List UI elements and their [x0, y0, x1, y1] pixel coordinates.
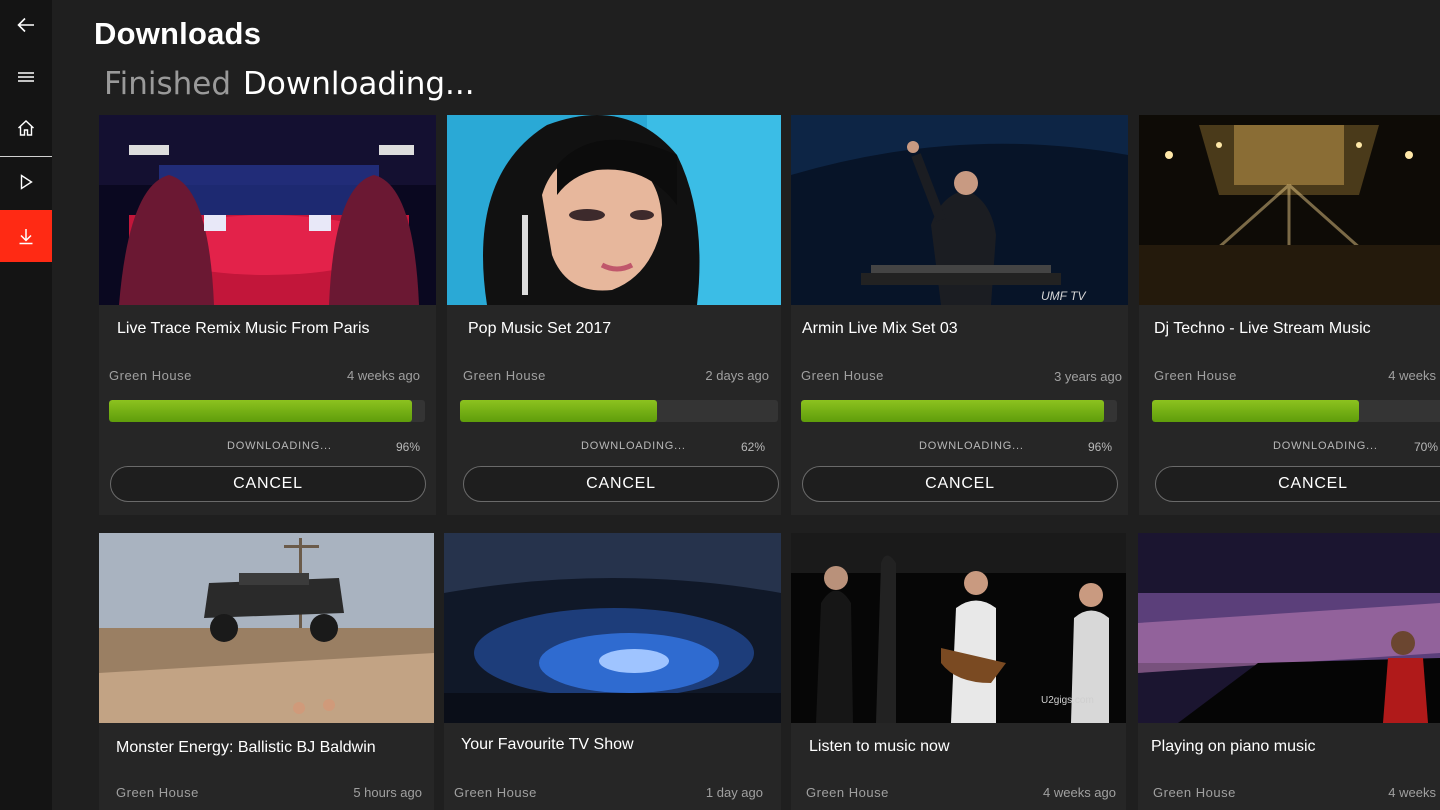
- progress-bar: [1152, 400, 1440, 422]
- upload-time: 1 day ago: [705, 785, 763, 800]
- video-title: Your Favourite TV Show: [461, 736, 634, 753]
- upload-time: 4 weeks ago: [347, 368, 420, 383]
- channel-name: Green House: [116, 785, 199, 800]
- channel-name: Green House: [454, 785, 537, 800]
- home-icon: [18, 120, 34, 136]
- cancel-button[interactable]: CANCEL: [110, 466, 426, 502]
- download-percent: 62%: [740, 440, 765, 454]
- playing-button[interactable]: [0, 157, 52, 207]
- download-status: DOWNLOADING...: [919, 440, 1024, 452]
- video-title: Live Trace Remix Music From Paris: [117, 320, 370, 337]
- downloads-nav-button[interactable]: [0, 210, 52, 262]
- progress-fill: [801, 400, 1105, 422]
- video-thumbnail[interactable]: U2gigs.com: [791, 533, 1126, 723]
- download-card[interactable]: Dj Techno - Live Stream Music Green Hous…: [1139, 115, 1440, 515]
- progress-bar: [801, 400, 1117, 422]
- progress-fill: [460, 400, 658, 422]
- back-button[interactable]: [0, 0, 52, 50]
- video-card[interactable]: Playing on piano music Green House 4 wee…: [1138, 533, 1440, 810]
- video-title: Dj Techno - Live Stream Music: [1154, 320, 1371, 337]
- hamburger-menu-icon: [18, 72, 34, 82]
- channel-name: Green House: [806, 785, 889, 800]
- progress-fill: [109, 400, 413, 422]
- upload-time: 4 weeks: [1388, 785, 1436, 800]
- channel-name: Green House: [109, 368, 192, 383]
- download-status: DOWNLOADING...: [581, 440, 686, 452]
- video-thumbnail[interactable]: [444, 533, 781, 723]
- channel-name: Green House: [1154, 368, 1237, 383]
- video-card[interactable]: Monster Energy: Ballistic BJ Baldwin Gre…: [99, 533, 434, 810]
- cancel-button[interactable]: CANCEL: [463, 466, 779, 502]
- download-card[interactable]: UMF TV Armin Live Mix Set 03 Green House…: [791, 115, 1128, 515]
- cancel-button[interactable]: CANCEL: [1155, 466, 1440, 502]
- upload-time: 5 hours ago: [353, 785, 422, 800]
- tab-finished[interactable]: Finished: [104, 66, 231, 102]
- menu-button[interactable]: [0, 52, 52, 102]
- thumbnail-watermark: UMF TV: [1041, 289, 1086, 303]
- channel-name: Green House: [801, 368, 884, 383]
- upload-time: 2 days ago: [705, 368, 769, 383]
- sidebar: [0, 0, 52, 810]
- channel-name: Green House: [1153, 785, 1236, 800]
- upload-time: 4 weeks ago: [1043, 785, 1116, 800]
- cancel-button[interactable]: CANCEL: [802, 466, 1118, 502]
- play-icon: [20, 174, 33, 190]
- download-percent: 70%: [1413, 440, 1438, 454]
- channel-name: Green House: [463, 368, 546, 383]
- download-status: DOWNLOADING...: [227, 440, 332, 452]
- progress-bar: [460, 400, 778, 422]
- video-title: Armin Live Mix Set 03: [802, 320, 958, 337]
- video-thumbnail[interactable]: [99, 115, 436, 305]
- video-thumbnail[interactable]: [1139, 115, 1440, 305]
- video-thumbnail[interactable]: UMF TV: [791, 115, 1128, 305]
- video-title: Monster Energy: Ballistic BJ Baldwin: [116, 739, 376, 756]
- upload-time: 4 weeks: [1388, 368, 1436, 383]
- home-button[interactable]: [0, 103, 52, 153]
- download-percent: 96%: [1087, 440, 1112, 454]
- tab-downloading[interactable]: Downloading...: [243, 66, 475, 102]
- download-card[interactable]: Pop Music Set 2017 Green House 2 days ag…: [447, 115, 781, 515]
- upload-time: 3 years ago: [1054, 369, 1122, 384]
- download-icon: [19, 229, 33, 245]
- video-title: Pop Music Set 2017: [468, 320, 612, 337]
- thumbnail-watermark: U2gigs.com: [1041, 695, 1094, 706]
- progress-fill: [1152, 400, 1360, 422]
- page-title: Downloads: [94, 16, 262, 51]
- progress-bar: [109, 400, 425, 422]
- video-thumbnail[interactable]: [1138, 533, 1440, 723]
- back-arrow-icon: [17, 17, 34, 33]
- download-card[interactable]: Live Trace Remix Music From Paris Green …: [99, 115, 436, 515]
- video-title: Listen to music now: [809, 738, 950, 755]
- video-thumbnail[interactable]: [447, 115, 781, 305]
- download-status: DOWNLOADING...: [1273, 440, 1378, 452]
- video-card[interactable]: Your Favourite TV Show Green House 1 day…: [444, 533, 781, 810]
- video-thumbnail[interactable]: [99, 533, 434, 723]
- video-title: Playing on piano music: [1151, 738, 1316, 755]
- video-card[interactable]: U2gigs.com Listen to music now Green Hou…: [791, 533, 1126, 810]
- download-percent: 96%: [395, 440, 420, 454]
